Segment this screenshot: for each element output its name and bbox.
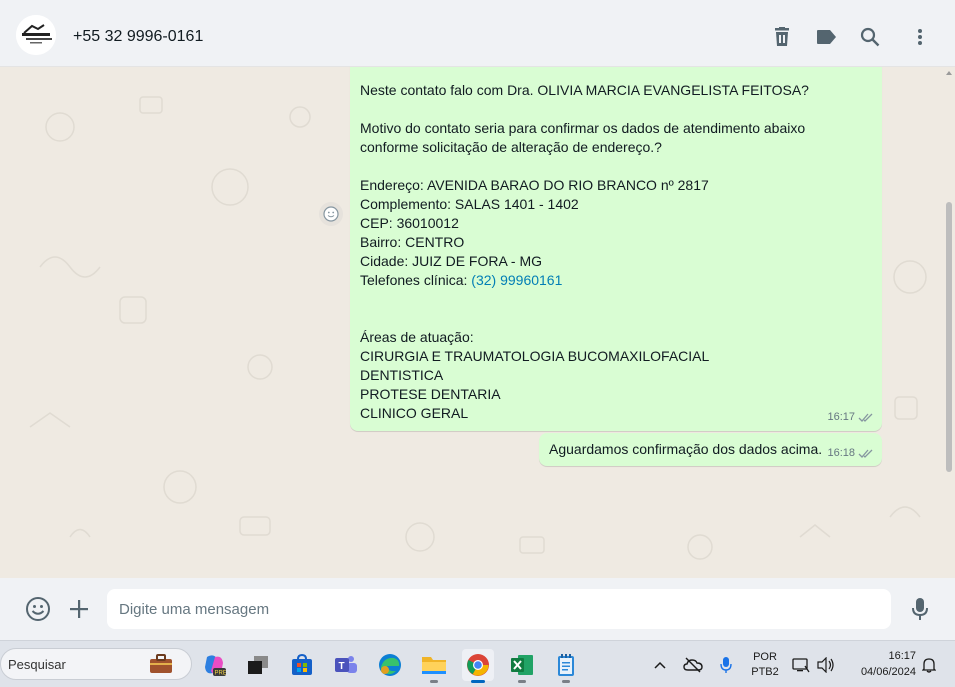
plus-icon[interactable] [66,596,92,622]
onedrive-offline-icon[interactable] [680,649,706,681]
taskbar-search-label: Pesquisar [8,657,66,672]
search-icon[interactable] [857,24,883,50]
chat-area[interactable]: Neste contato falo com Dra. OLIVIA MARCI… [0,67,955,578]
more-vertical-icon[interactable] [907,24,933,50]
message-bubble[interactable]: Neste contato falo com Dra. OLIVIA MARCI… [350,67,882,431]
phone-label: Telefones clínica: [360,272,472,288]
message-line: Áreas de atuação: [360,329,474,345]
message-text: Aguardamos confirmação dos dados acima. [549,441,823,457]
microphone-tray-icon[interactable] [714,649,738,681]
svg-text:PRE: PRE [215,671,227,677]
message-line: Bairro: CENTRO [360,234,465,250]
message-time: 16:17 [827,411,855,423]
scroll-up-icon[interactable] [945,69,953,77]
store-icon[interactable] [286,649,318,681]
contact-logo-icon [16,15,56,55]
svg-text:T: T [339,661,345,672]
teams-icon[interactable]: T [330,649,362,681]
smiley-icon [323,206,339,222]
chrome-icon[interactable] [462,649,494,683]
edge-icon[interactable] [374,649,406,681]
phone-link[interactable]: (32) 99960161 [471,272,562,288]
message-line: PROTESE DENTARIA [360,386,501,402]
message-line: Motivo do contato seria para confirmar o… [360,120,806,136]
clock-time[interactable]: 16:17 [846,650,916,662]
label-icon[interactable] [813,24,839,50]
contact-name[interactable]: +55 32 9996-0161 [73,28,203,46]
language-indicator-bottom[interactable]: PTB2 [748,666,782,678]
message-meta: 16:17 [827,408,874,427]
chat-header: +55 32 9996-0161 [0,0,955,67]
language-indicator-top[interactable]: POR [748,651,782,663]
task-view-icon[interactable] [242,649,274,681]
message-line: Complemento: SALAS 1401 - 1402 [360,196,579,212]
message-line: Endereço: AVENIDA BARAO DO RIO BRANCO nº… [360,177,709,193]
briefcase-icon[interactable] [145,648,177,680]
contact-avatar[interactable] [16,15,56,55]
message-line: CLINICO GERAL [360,405,469,421]
excel-icon[interactable] [506,649,538,683]
composer-bar [0,578,955,640]
chat-scrollbar[interactable] [945,67,953,578]
running-indicator [518,680,526,683]
message-bubble[interactable]: Aguardamos confirmação dos dados acima. … [539,433,882,466]
scroll-thumb[interactable] [946,202,952,472]
clock-date[interactable]: 04/06/2024 [846,666,916,678]
trash-icon[interactable] [769,24,795,50]
volume-icon[interactable] [814,649,838,681]
message-line: CEP: 36010012 [360,215,459,231]
running-indicator [430,680,438,683]
reaction-emoji-button[interactable] [319,202,343,226]
message-line-phone: Telefones clínica: (32) 99960161 [360,271,562,290]
microphone-icon[interactable] [907,596,933,622]
message-time: 16:18 [827,447,855,459]
running-indicator [562,680,570,683]
windows-taskbar: Pesquisar PRE T POR PTB2 16:17 04/06/202… [0,640,955,687]
file-explorer-icon[interactable] [418,649,450,683]
message-line: Cidade: JUIZ DE FORA - MG [360,253,543,269]
running-indicator [471,680,485,683]
message-line: conforme solicitação de alteração de end… [360,139,662,155]
message-line: CIRURGIA E TRAUMATOLOGIA BUCOMAXILOFACIA… [360,348,710,364]
message-meta: 16:18 [827,444,874,463]
emoji-icon[interactable] [25,596,51,622]
message-line: DENTISTICA [360,367,444,383]
double-check-icon [858,413,873,422]
message-line: Neste contato falo com Dra. OLIVIA MARCI… [360,82,809,98]
message-input[interactable] [107,589,891,629]
double-check-icon [858,449,873,458]
chevron-up-icon[interactable] [648,649,672,681]
notepad-icon[interactable] [550,649,582,683]
notification-bell-icon[interactable] [918,649,940,681]
copilot-pre-icon[interactable]: PRE [198,649,230,681]
network-icon[interactable] [790,649,812,681]
